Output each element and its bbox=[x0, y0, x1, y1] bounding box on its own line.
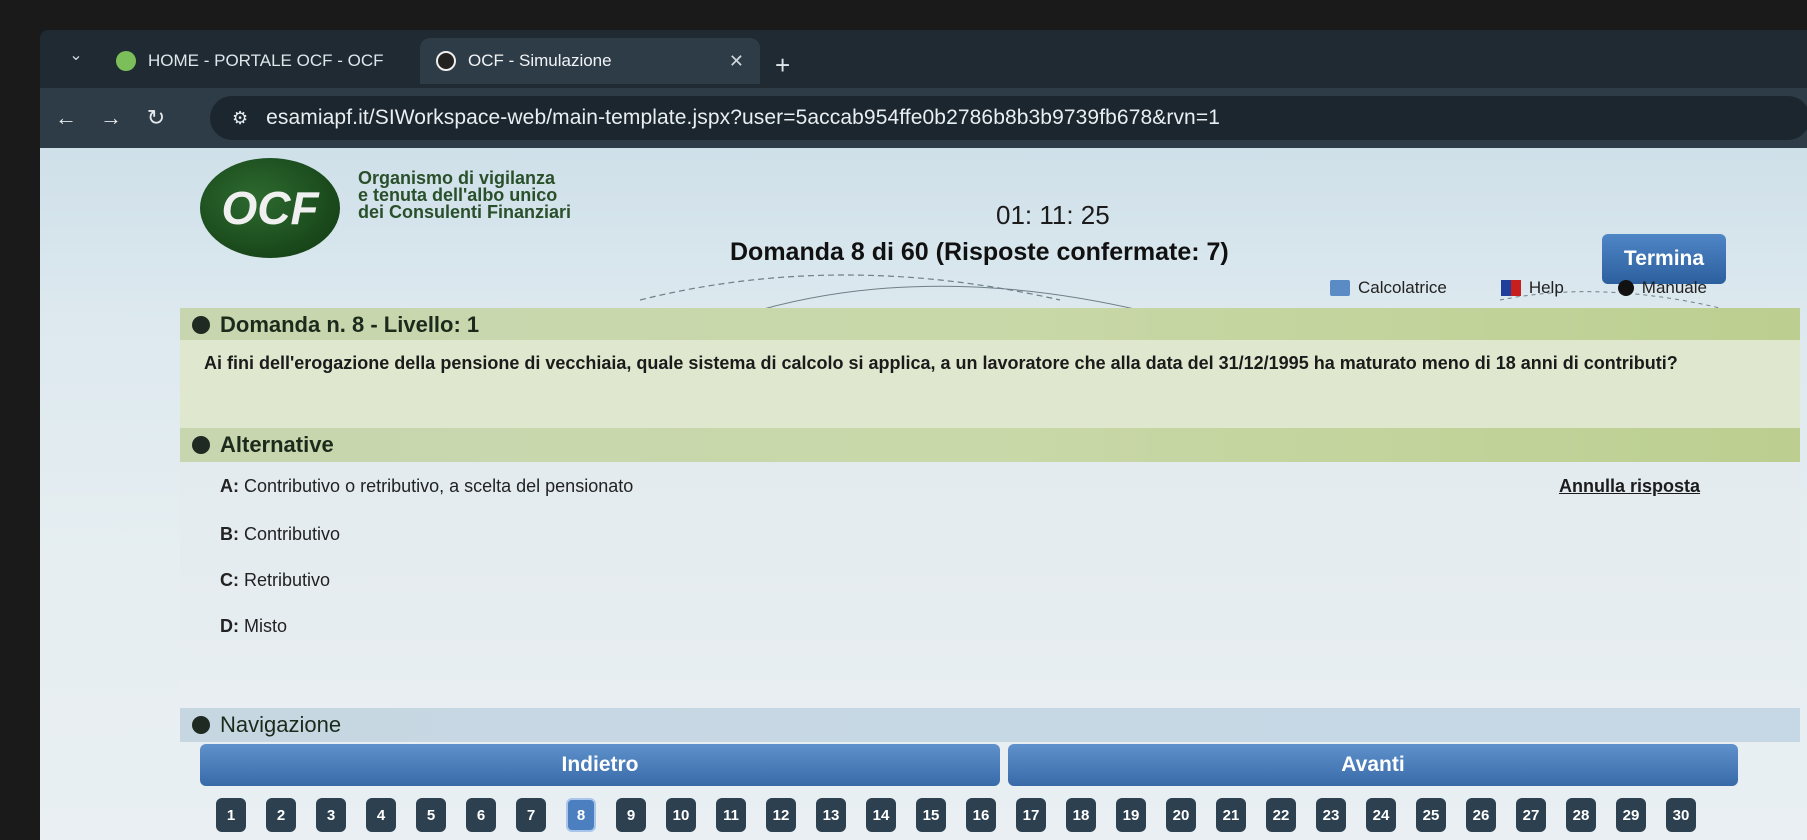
alternatives-header: Alternative bbox=[180, 428, 1800, 462]
answer-option-d[interactable]: D: Misto bbox=[220, 616, 287, 637]
question-number-button[interactable]: 28 bbox=[1566, 798, 1596, 832]
question-number-button[interactable]: 24 bbox=[1366, 798, 1396, 832]
help-label: Help bbox=[1528, 278, 1564, 297]
org-line: dei Consulenti Finanziari bbox=[358, 202, 572, 222]
answer-text: Contributivo bbox=[244, 524, 341, 544]
chevron-down-icon[interactable] bbox=[192, 436, 210, 454]
question-number-button[interactable]: 11 bbox=[716, 798, 746, 832]
exam-timer: 01: 11: 25 bbox=[996, 200, 1110, 230]
question-text: Ai fini dell'erogazione della pensione d… bbox=[180, 340, 1800, 430]
close-icon[interactable]: ✕ bbox=[729, 51, 744, 72]
tab-simulazione[interactable]: OCF - Simulazione ✕ bbox=[420, 38, 760, 84]
alternatives-title: Alternative bbox=[220, 432, 334, 457]
alternatives-panel: Annulla risposta A: Contributivo o retri… bbox=[180, 462, 1800, 708]
help-link[interactable]: Help bbox=[1500, 278, 1564, 298]
answer-key: A: bbox=[220, 476, 239, 496]
question-number-button[interactable]: 9 bbox=[616, 798, 646, 832]
question-number-button[interactable]: 7 bbox=[516, 798, 546, 832]
address-bar[interactable]: ⚙ esamiapf.it/SIWorkspace-web/main-templ… bbox=[210, 96, 1807, 140]
question-number-button[interactable]: 22 bbox=[1266, 798, 1296, 832]
avanti-button[interactable]: Avanti bbox=[1008, 744, 1738, 786]
chevron-down-icon[interactable] bbox=[192, 716, 210, 734]
question-number-button[interactable]: 18 bbox=[1066, 798, 1096, 832]
calculator-label: Calcolatrice bbox=[1358, 278, 1447, 297]
question-header: Domanda n. 8 - Livello: 1 bbox=[180, 308, 1800, 342]
question-number-button[interactable]: 15 bbox=[916, 798, 946, 832]
tab-label: OCF - Simulazione bbox=[468, 51, 612, 70]
tab-search-icon[interactable]: ⌄ bbox=[62, 42, 90, 70]
question-number-button[interactable]: 5 bbox=[416, 798, 446, 832]
ocf-favicon-icon bbox=[116, 51, 136, 71]
navigation-header: Navigazione bbox=[180, 708, 1800, 742]
question-number-button[interactable]: 1 bbox=[216, 798, 246, 832]
question-number-button[interactable]: 10 bbox=[666, 798, 696, 832]
browser-tab-bar: ⌄ HOME - PORTALE OCF - OCF ✕ OCF - Simul… bbox=[40, 30, 1807, 90]
answer-option-c[interactable]: C: Retributivo bbox=[220, 570, 330, 591]
manual-link[interactable]: Manuale bbox=[1617, 278, 1707, 298]
back-arrow-icon[interactable]: ← bbox=[50, 102, 82, 134]
question-number-button[interactable]: 16 bbox=[966, 798, 996, 832]
tab-home[interactable]: HOME - PORTALE OCF - OCF ✕ bbox=[100, 38, 460, 84]
question-number-button[interactable]: 4 bbox=[366, 798, 396, 832]
screenshot-root: ⌄ HOME - PORTALE OCF - OCF ✕ OCF - Simul… bbox=[0, 0, 1807, 840]
question-number-button[interactable]: 26 bbox=[1466, 798, 1496, 832]
forward-arrow-icon[interactable]: → bbox=[95, 102, 127, 134]
question-number-button[interactable]: 30 bbox=[1666, 798, 1696, 832]
question-number-button[interactable]: 29 bbox=[1616, 798, 1646, 832]
tools-bar: Calcolatrice Help Manuale bbox=[1330, 278, 1707, 298]
site-settings-icon[interactable]: ⚙ bbox=[232, 108, 248, 129]
browser-toolbar: ← → ↻ ⚙ esamiapf.it/SIWorkspace-web/main… bbox=[40, 88, 1807, 148]
question-number-button[interactable]: 21 bbox=[1216, 798, 1246, 832]
question-number-button[interactable]: 19 bbox=[1116, 798, 1146, 832]
ocf-logo: OCF bbox=[200, 158, 340, 258]
answer-text: Retributivo bbox=[244, 570, 331, 590]
answer-key: C: bbox=[220, 570, 239, 590]
question-number-button[interactable]: 20 bbox=[1166, 798, 1196, 832]
navigation-buttons: Indietro Avanti bbox=[200, 744, 1760, 792]
question-number-button[interactable]: 2 bbox=[266, 798, 296, 832]
annulla-risposta-link[interactable]: Annulla risposta bbox=[1559, 476, 1700, 497]
answer-key: B: bbox=[220, 524, 239, 544]
answer-text: Misto bbox=[244, 616, 288, 636]
url-text[interactable]: esamiapf.it/SIWorkspace-web/main-templat… bbox=[266, 106, 1220, 130]
tab-label: HOME - PORTALE OCF - OCF bbox=[148, 51, 384, 70]
indietro-button[interactable]: Indietro bbox=[200, 744, 1000, 786]
calculator-icon bbox=[1330, 280, 1350, 296]
ocf-favicon-icon bbox=[436, 51, 456, 71]
navigation-title: Navigazione bbox=[220, 712, 342, 737]
answer-option-b[interactable]: B: Contributivo bbox=[220, 524, 340, 545]
new-tab-button[interactable]: + bbox=[775, 50, 790, 81]
manual-label: Manuale bbox=[1641, 278, 1707, 297]
answer-text: Contributivo o retributivo, a scelta del… bbox=[244, 476, 634, 496]
manual-icon bbox=[1617, 280, 1634, 296]
question-number-button[interactable]: 25 bbox=[1416, 798, 1446, 832]
reload-icon[interactable]: ↻ bbox=[140, 102, 172, 134]
question-number-button[interactable]: 8 bbox=[566, 798, 596, 832]
question-number-button[interactable]: 12 bbox=[766, 798, 796, 832]
question-number-button[interactable]: 23 bbox=[1316, 798, 1346, 832]
answer-key: D: bbox=[220, 616, 239, 636]
question-title: Domanda n. 8 - Livello: 1 bbox=[220, 312, 480, 337]
calculator-link[interactable]: Calcolatrice bbox=[1330, 278, 1447, 298]
flag-icon bbox=[1500, 280, 1521, 296]
exam-page: OCF Organismo di vigilanza e tenuta dell… bbox=[40, 148, 1807, 840]
question-number-button[interactable]: 17 bbox=[1016, 798, 1046, 832]
question-number-button[interactable]: 6 bbox=[466, 798, 496, 832]
question-number-button[interactable]: 27 bbox=[1516, 798, 1546, 832]
question-number-button[interactable]: 3 bbox=[316, 798, 346, 832]
chevron-down-icon[interactable] bbox=[192, 316, 210, 334]
question-number-list: 1 2 3 4 5 6 7 8 9 10 11 12 13 14 15 16 17 18 19 20 21 22 23 24 2… bbox=[216, 798, 1696, 832]
organization-name: Organismo di vigilanza e tenuta dell'alb… bbox=[358, 169, 572, 222]
question-number-button[interactable]: 13 bbox=[816, 798, 846, 832]
answer-option-a[interactable]: A: Contributivo o retributivo, a scelta … bbox=[220, 476, 633, 497]
question-number-button[interactable]: 14 bbox=[866, 798, 896, 832]
